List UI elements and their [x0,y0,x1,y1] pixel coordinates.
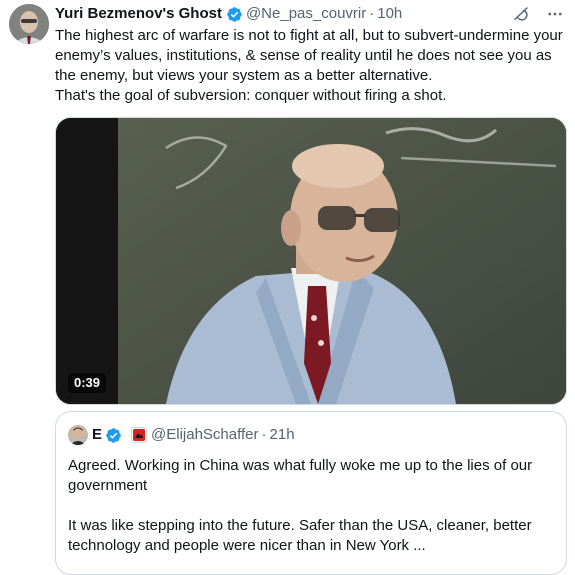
tweet-paragraph-1: The highest arc of warfare is not to fig… [55,27,563,84]
author-avatar[interactable] [9,4,49,44]
header-actions [511,4,565,24]
quoted-paragraph-2: It was like stepping into the future. Sa… [68,517,532,554]
tweet-timestamp[interactable]: 10h [377,4,402,24]
verified-badge-icon[interactable] [226,6,243,23]
tweet-header: Yuri Bezmenov's Ghost @Ne_pas_couvrir · … [55,4,565,24]
quoted-tweet-text: Agreed. Working in China was what fully … [68,456,554,556]
quoted-verified-badge-icon[interactable] [105,427,122,444]
grok-icon[interactable] [511,4,531,24]
quoted-author-avatar[interactable] [68,425,88,445]
quoted-tweet-timestamp[interactable]: 21h [270,425,295,445]
author-avatar-image [9,4,49,44]
quoted-tweet[interactable]: E @ElijahSchaffer · 21h Agreed. Working … [55,411,567,575]
video-frame [56,118,566,404]
quoted-tweet-header: E @ElijahSchaffer · 21h [68,425,295,445]
quoted-header-separator: · [261,426,267,443]
video-player[interactable]: 0:39 [55,117,567,405]
video-duration: 0:39 [68,373,107,393]
quoted-author-display-name[interactable]: E [92,425,102,445]
tweet[interactable]: Yuri Bezmenov's Ghost @Ne_pas_couvrir · … [0,0,575,575]
affiliate-badge-icon[interactable] [131,427,148,443]
quoted-author-handle[interactable]: @ElijahSchaffer [151,425,259,445]
more-icon[interactable] [545,4,565,24]
quoted-paragraph-1: Agreed. Working in China was what fully … [68,457,533,494]
author-handle[interactable]: @Ne_pas_couvrir [246,4,366,24]
tweet-text: The highest arc of warfare is not to fig… [55,26,567,106]
header-separator: · [369,5,375,22]
author-display-name[interactable]: Yuri Bezmenov's Ghost [55,4,222,24]
tweet-paragraph-2: That's the goal of subversion: conquer w… [55,87,447,104]
